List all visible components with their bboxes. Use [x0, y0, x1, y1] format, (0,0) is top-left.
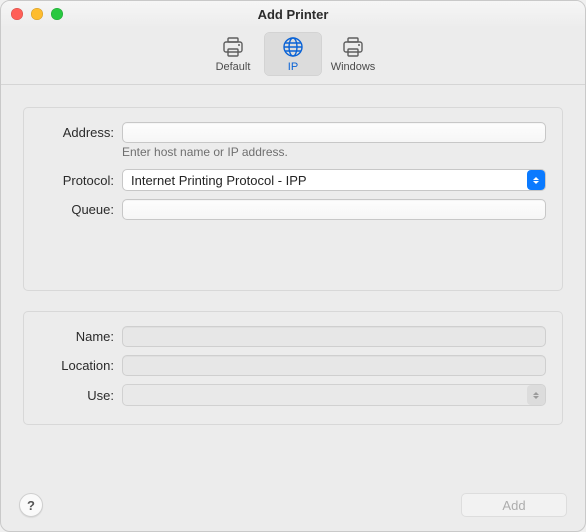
protocol-select[interactable]: Internet Printing Protocol - IPP — [122, 169, 546, 191]
window-controls — [11, 8, 63, 20]
printer-icon — [204, 34, 262, 60]
content-area: Address: Enter host name or IP address. … — [1, 85, 585, 493]
tab-windows[interactable]: Windows — [324, 32, 382, 76]
globe-icon — [264, 34, 322, 60]
help-icon: ? — [27, 498, 35, 513]
printer-source-segmented: Default IP — [203, 32, 383, 76]
address-hint: Enter host name or IP address. — [122, 145, 546, 159]
window-title: Add Printer — [258, 7, 329, 22]
updown-chevron-icon — [527, 170, 545, 190]
close-window-button[interactable] — [11, 8, 23, 20]
location-label: Location: — [40, 358, 122, 373]
name-input[interactable] — [122, 326, 546, 347]
connection-panel: Address: Enter host name or IP address. … — [23, 107, 563, 291]
add-button[interactable]: Add — [461, 493, 567, 517]
toolbar: Default IP — [1, 29, 585, 85]
name-label: Name: — [40, 329, 122, 344]
use-select[interactable] — [122, 384, 546, 406]
protocol-label: Protocol: — [40, 173, 122, 188]
updown-chevron-icon — [527, 385, 545, 405]
details-panel: Name: Location: Use: — [23, 311, 563, 425]
printer-icon — [324, 34, 382, 60]
tab-windows-label: Windows — [324, 60, 382, 74]
footer: ? Add — [1, 493, 585, 531]
protocol-value: Internet Printing Protocol - IPP — [131, 173, 307, 188]
queue-label: Queue: — [40, 202, 122, 217]
use-label: Use: — [40, 388, 122, 403]
address-input[interactable] — [122, 122, 546, 143]
queue-input[interactable] — [122, 199, 546, 220]
add-printer-window: Add Printer Default — [0, 0, 586, 532]
tab-default[interactable]: Default — [204, 32, 262, 76]
tab-ip-label: IP — [264, 60, 322, 74]
titlebar: Add Printer — [1, 1, 585, 29]
address-label: Address: — [40, 125, 122, 140]
help-button[interactable]: ? — [19, 493, 43, 517]
add-button-label: Add — [502, 498, 525, 513]
tab-ip[interactable]: IP — [264, 32, 322, 76]
tab-default-label: Default — [204, 60, 262, 74]
location-input[interactable] — [122, 355, 546, 376]
zoom-window-button[interactable] — [51, 8, 63, 20]
minimize-window-button[interactable] — [31, 8, 43, 20]
